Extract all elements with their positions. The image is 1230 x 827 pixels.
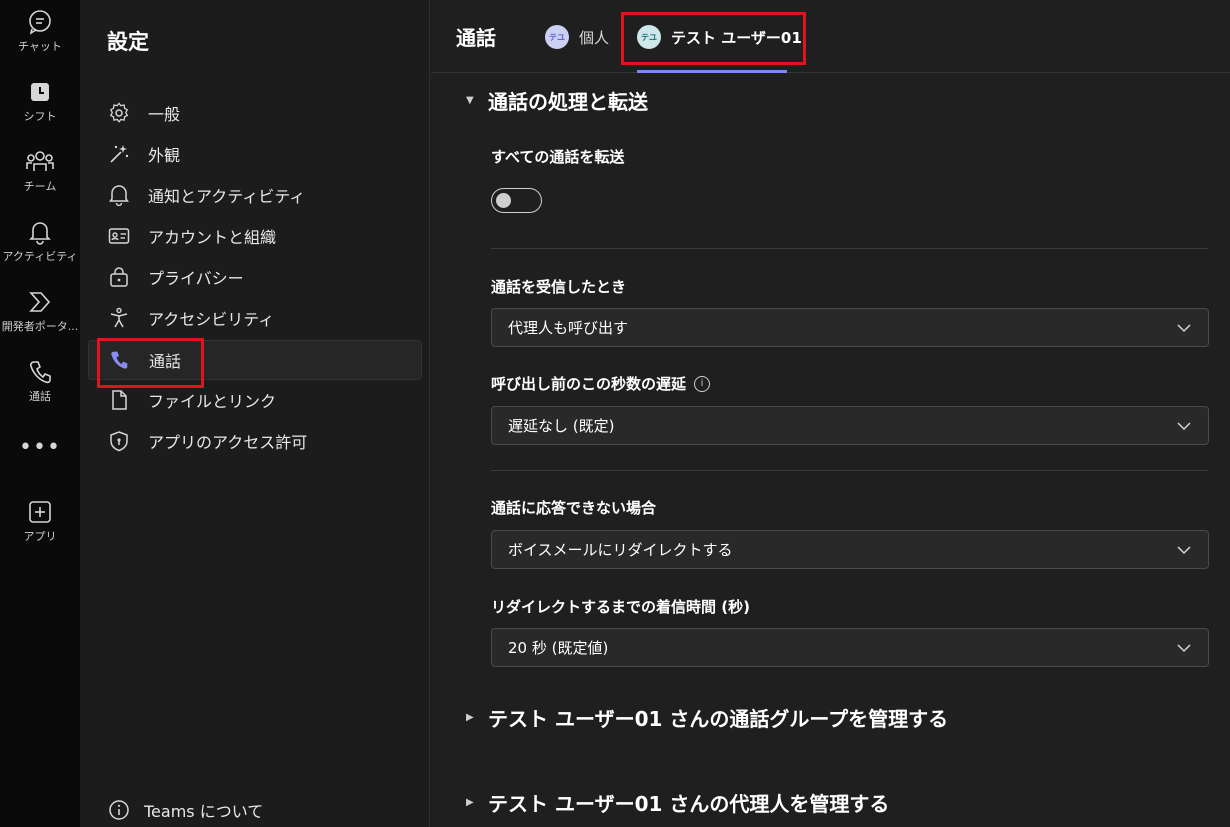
section-delegates-header[interactable]: ▶ テスト ユーザー01 さんの代理人を管理する <box>466 788 889 817</box>
rail-item-teams[interactable]: チーム <box>0 148 80 194</box>
shield-icon <box>108 428 134 454</box>
chat-icon <box>26 8 54 36</box>
chevron-down-icon <box>1177 643 1191 652</box>
divider <box>491 470 1208 471</box>
lock-icon <box>108 264 134 290</box>
rail-label: 開発者ポータ... <box>1 320 79 333</box>
settings-nav-label: 一般 <box>148 105 181 124</box>
select-value: 遅延なし (既定) <box>508 417 615 435</box>
app-rail: チャット シフト チーム アクティビティ 開発者ポータ... 通話 ••• アプ… <box>0 0 80 827</box>
rail-item-apps[interactable]: アプリ <box>0 498 80 544</box>
select-value: ボイスメールにリダイレクトする <box>508 541 733 559</box>
rail-label: アクティビティ <box>2 250 78 263</box>
topbar: 通話 テユ 個人 テユ テスト ユーザー01 <box>431 0 1230 73</box>
ring-time-label: リダイレクトするまでの着信時間 (秒) <box>491 598 750 616</box>
settings-nav-notifications[interactable]: 通知とアクティビティ <box>88 175 422 215</box>
magic-wand-icon <box>108 141 134 167</box>
settings-nav-label: アプリのアクセス許可 <box>148 433 308 452</box>
rail-label: シフト <box>23 110 57 123</box>
highlight-box-user-tab <box>621 12 806 65</box>
rail-label: チーム <box>23 180 57 193</box>
id-card-icon <box>108 223 134 249</box>
forward-all-label: すべての通話を転送 <box>491 148 625 166</box>
select-value: 代理人も呼び出す <box>508 319 629 337</box>
developer-portal-icon <box>26 288 54 316</box>
delay-label: 呼び出し前のこの秒数の遅延 i <box>491 373 711 394</box>
rail-item-shifts[interactable]: シフト <box>0 78 80 124</box>
rail-item-activity[interactable]: アクティビティ <box>0 218 80 264</box>
unanswered-label: 通話に応答できない場合 <box>491 499 657 517</box>
info-icon[interactable]: i <box>694 375 711 392</box>
settings-sidebar: 設定 一般 外観 通知とアクティビティ アカウントと組織 プライバシー アクセシ <box>80 0 430 827</box>
info-icon <box>108 799 130 821</box>
shifts-icon <box>26 78 54 106</box>
settings-title: 設定 <box>107 30 149 54</box>
section-forwarding-header[interactable]: ▼ 通話の処理と転送 <box>466 86 648 115</box>
section-title: 通話の処理と転送 <box>488 90 648 114</box>
on-receive-select[interactable]: 代理人も呼び出す <box>491 308 1209 347</box>
settings-nav-appearance[interactable]: 外観 <box>88 134 422 174</box>
settings-nav-accessibility[interactable]: アクセシビリティ <box>88 298 422 338</box>
tab-label: 個人 <box>579 28 610 47</box>
select-value: 20 秒 (既定値) <box>508 639 609 657</box>
highlight-box-calls <box>97 338 204 388</box>
settings-nav-label: 通知とアクティビティ <box>148 187 306 206</box>
settings-nav-label: 外観 <box>148 146 181 165</box>
ring-time-select[interactable]: 20 秒 (既定値) <box>491 628 1209 667</box>
rail-label: 通話 <box>29 390 51 403</box>
rail-item-calls[interactable]: 通話 <box>0 358 80 404</box>
section-title: テスト ユーザー01 さんの通話グループを管理する <box>488 707 949 731</box>
file-icon <box>108 387 134 413</box>
toggle-knob <box>496 193 511 208</box>
settings-nav-label: プライバシー <box>148 269 244 288</box>
page-title: 通話 <box>456 26 496 50</box>
delay-label-text: 呼び出し前のこの秒数の遅延 <box>491 375 687 393</box>
divider <box>491 248 1208 249</box>
accessibility-icon <box>108 305 134 331</box>
more-apps-icon[interactable]: ••• <box>0 437 80 459</box>
forward-all-toggle[interactable] <box>491 188 542 213</box>
settings-nav-label: アクセシビリティ <box>148 310 275 329</box>
caret-right-icon: ▶ <box>466 712 474 723</box>
delay-select[interactable]: 遅延なし (既定) <box>491 406 1209 445</box>
about-label: Teams について <box>144 802 264 821</box>
tab-personal[interactable]: テユ 個人 <box>545 25 609 49</box>
gear-icon <box>108 100 134 126</box>
rail-label: アプリ <box>23 530 57 543</box>
phone-icon <box>26 358 54 386</box>
about-teams-link[interactable]: Teams について <box>108 798 263 822</box>
unanswered-select[interactable]: ボイスメールにリダイレクトする <box>491 530 1209 569</box>
chevron-down-icon <box>1177 421 1191 430</box>
caret-right-icon: ▶ <box>466 797 474 808</box>
main-content: 通話 テユ 個人 テユ テスト ユーザー01 ▼ 通話の処理と転送 すべての通話… <box>431 0 1230 827</box>
avatar: テユ <box>545 25 569 49</box>
settings-nav-general[interactable]: 一般 <box>88 93 422 133</box>
settings-nav-account[interactable]: アカウントと組織 <box>88 216 422 256</box>
rail-label: チャット <box>18 40 62 53</box>
on-receive-label: 通話を受信したとき <box>491 278 627 296</box>
rail-item-developer-portal[interactable]: 開発者ポータ... <box>0 288 80 334</box>
chevron-down-icon <box>1177 545 1191 554</box>
bell-icon <box>26 218 54 246</box>
caret-down-icon: ▼ <box>466 95 474 106</box>
settings-nav-app-permissions[interactable]: アプリのアクセス許可 <box>88 421 422 461</box>
settings-nav-label: アカウントと組織 <box>148 228 277 247</box>
teams-icon <box>26 148 54 176</box>
settings-nav-label: ファイルとリンク <box>148 392 277 411</box>
settings-nav-privacy[interactable]: プライバシー <box>88 257 422 297</box>
add-app-icon <box>26 498 54 526</box>
bell-icon <box>108 182 134 208</box>
tab-selected-indicator <box>637 70 787 73</box>
rail-item-chat[interactable]: チャット <box>0 8 80 54</box>
section-title: テスト ユーザー01 さんの代理人を管理する <box>488 792 890 816</box>
section-call-group-header[interactable]: ▶ テスト ユーザー01 さんの通話グループを管理する <box>466 703 948 732</box>
chevron-down-icon <box>1177 323 1191 332</box>
